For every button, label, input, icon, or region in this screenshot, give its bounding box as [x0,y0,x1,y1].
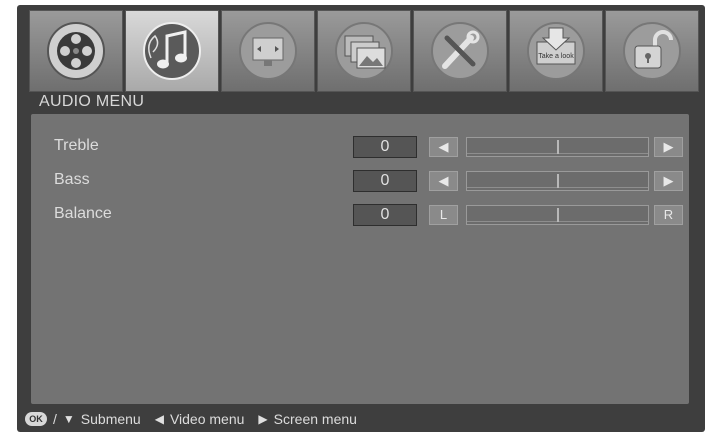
treble-value: 0 [353,136,417,158]
audio-menu-tile[interactable] [125,10,219,92]
lock-icon [623,22,681,80]
footer-help-bar: OK / ▼ Submenu ◀ Video menu ▶ Screen men… [17,405,705,432]
tv-osd-screen: Take a look AUDIO MENU Treble 0 ◀ ▶ Bass… [17,5,705,432]
screen-menu-tile[interactable] [221,10,315,92]
footer-slash: / [53,410,57,427]
footer-video-menu-text: Video menu [169,410,245,427]
balance-label: Balance [54,205,112,222]
bass-value: 0 [353,170,417,192]
treble-increase-button[interactable]: ▶ [654,137,683,157]
take-a-look-icon: Take a look [527,22,585,80]
music-note-icon [143,22,201,80]
balance-slider-knob[interactable] [557,208,559,222]
menu-icon-bar: Take a look [29,10,699,92]
audio-settings-panel: Treble 0 ◀ ▶ Bass 0 ◀ ▶ Balance 0 L R [31,114,689,404]
bass-slider[interactable] [466,171,649,191]
bass-label: Bass [54,171,90,188]
footer-screen-menu-text: Screen menu [273,410,357,427]
video-menu-tile[interactable] [29,10,123,92]
right-arrow-icon: ▶ [258,411,268,426]
left-arrow-icon: ◀ [154,411,164,426]
screen-display-icon [239,22,297,80]
treble-slider-knob[interactable] [557,140,559,154]
photos-icon [335,22,393,80]
treble-slider[interactable] [466,137,649,157]
tools-icon [431,22,489,80]
take-a-look-text: Take a look [538,53,574,60]
bass-increase-button[interactable]: ▶ [654,171,683,191]
lock-menu-tile[interactable] [605,10,699,92]
bass-row[interactable]: Bass 0 ◀ ▶ [31,168,689,194]
bass-decrease-button[interactable]: ◀ [429,171,458,191]
treble-decrease-button[interactable]: ◀ [429,137,458,157]
balance-right-button[interactable]: R [654,205,683,225]
ok-button-icon: OK [25,411,47,426]
balance-left-button[interactable]: L [429,205,458,225]
footer-submenu-text: Submenu [80,410,141,427]
menu-title: AUDIO MENU [39,93,145,110]
down-arrow-icon: ▼ [62,411,75,426]
bass-slider-knob[interactable] [557,174,559,188]
take-a-look-tile[interactable]: Take a look [509,10,603,92]
balance-slider[interactable] [466,205,649,225]
treble-label: Treble [54,137,99,154]
film-reel-icon [47,22,105,80]
setup-menu-tile[interactable] [413,10,507,92]
photo-menu-tile[interactable] [317,10,411,92]
treble-row[interactable]: Treble 0 ◀ ▶ [31,134,689,160]
balance-row[interactable]: Balance 0 L R [31,202,689,228]
balance-value: 0 [353,204,417,226]
